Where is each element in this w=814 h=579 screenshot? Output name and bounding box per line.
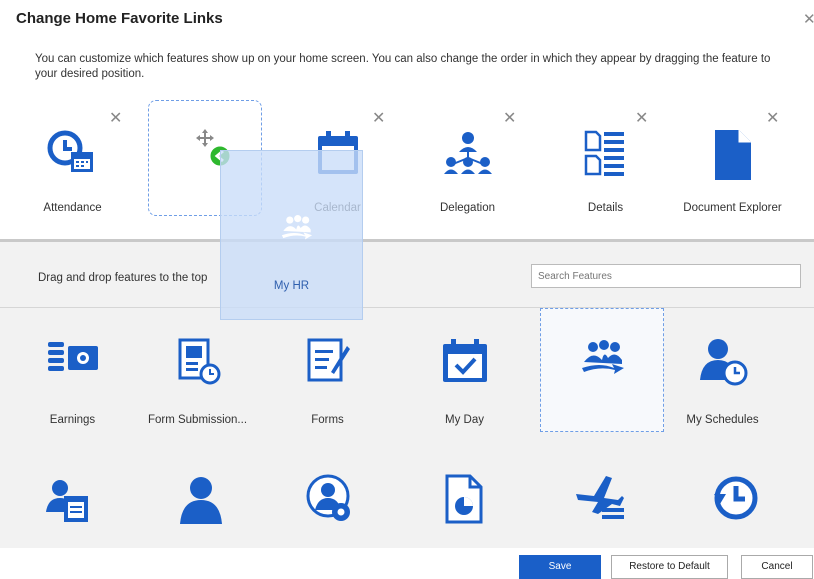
- forms-icon: [307, 338, 350, 382]
- feature-my-day[interactable]: My Day: [402, 338, 527, 448]
- favorite-details[interactable]: Details: [543, 100, 668, 220]
- favorite-label: Delegation: [440, 202, 495, 214]
- favorite-label: Attendance: [43, 202, 102, 214]
- feature-my-schedules[interactable]: My Schedules: [660, 338, 785, 448]
- dialog-close-button[interactable]: ✕: [803, 10, 814, 28]
- feature-label: My Schedules: [686, 414, 759, 426]
- feature-form-submission[interactable]: Form Submission...: [135, 338, 260, 448]
- earnings-icon: [47, 342, 98, 371]
- favorite-label: Details: [587, 202, 624, 214]
- favorite-label: Document Explorer: [683, 202, 782, 214]
- dragging-feature-ghost[interactable]: My HR: [220, 150, 363, 320]
- dialog-title: Change Home Favorite Links: [16, 10, 223, 27]
- profile-settings-icon[interactable]: [306, 474, 352, 524]
- report-icon[interactable]: [444, 474, 484, 524]
- feature-label: Forms: [311, 414, 344, 426]
- intro-text: You can customize which features show up…: [35, 53, 771, 80]
- feature-label: Earnings: [49, 414, 96, 426]
- my-schedules-icon: [699, 339, 747, 386]
- feature-label: Form Submission...: [147, 414, 248, 426]
- feature-forms[interactable]: Forms: [265, 338, 390, 448]
- form-submission-icon: [178, 338, 220, 385]
- person-icon[interactable]: [178, 476, 224, 524]
- search-features-input[interactable]: [531, 264, 801, 288]
- save-button[interactable]: Save: [519, 555, 601, 579]
- remove-document-explorer-button[interactable]: ✕: [766, 108, 779, 128]
- feature-my-hr[interactable]: [540, 338, 665, 448]
- cancel-button[interactable]: Cancel: [741, 555, 813, 579]
- panel-divider: [0, 307, 814, 308]
- my-hr-icon: [581, 340, 624, 374]
- travel-icon[interactable]: [572, 474, 624, 524]
- document-icon: [714, 130, 751, 180]
- feature-earnings[interactable]: Earnings: [10, 338, 135, 448]
- remove-calendar-button[interactable]: ✕: [372, 108, 385, 128]
- my-hr-ghost-icon: [281, 215, 313, 240]
- attendance-icon: [47, 130, 93, 172]
- employee-calendar-icon[interactable]: [46, 478, 90, 526]
- restore-default-button[interactable]: Restore to Default: [611, 555, 728, 579]
- dragging-feature-label: My HR: [273, 280, 310, 292]
- remove-attendance-button[interactable]: ✕: [109, 108, 122, 128]
- feature-label: My Day: [445, 414, 484, 426]
- drag-hint-text: Drag and drop features to the top: [38, 272, 208, 284]
- my-day-icon: [442, 339, 487, 382]
- remove-delegation-button[interactable]: ✕: [503, 108, 516, 128]
- details-icon: [584, 130, 624, 176]
- remove-details-button[interactable]: ✕: [635, 108, 648, 128]
- history-icon[interactable]: [712, 474, 760, 524]
- delegation-icon: [443, 132, 492, 174]
